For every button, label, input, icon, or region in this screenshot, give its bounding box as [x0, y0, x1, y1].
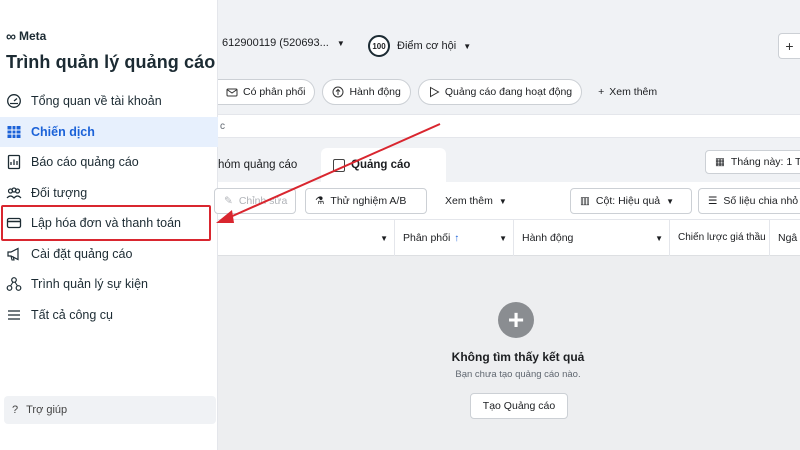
sidebar-item-all-tools[interactable]: Tất cả công cụ [0, 300, 218, 331]
ab-test-label: Thử nghiệm A/B [330, 195, 407, 207]
sidebar-item-label: Cài đặt quảng cáo [31, 246, 133, 261]
highlight-box-billing [1, 205, 211, 241]
help-button[interactable]: ? Trợ giúp [4, 396, 216, 424]
delivery-icon [226, 88, 238, 97]
column-header-delivery[interactable]: Phân phối ↑ ▼ [394, 220, 513, 256]
menu-icon [6, 307, 22, 323]
events-icon [6, 276, 22, 292]
action-icon [332, 86, 344, 98]
sidebar-item-campaigns[interactable]: Chiến dịch [0, 116, 218, 147]
calendar-icon: ▦ [715, 156, 725, 168]
top-bar: 612900119 (520693... ▼ 100 Điểm cơ hội ▼… [218, 0, 800, 70]
column-header-label: Hành động [522, 232, 574, 244]
audience-icon [6, 185, 22, 201]
sidebar-item-account-overview[interactable]: Tổng quan về tài khoản [0, 86, 218, 117]
chip-delivery[interactable]: Có phân phối [218, 79, 316, 105]
columns-icon: ▥ [580, 195, 590, 207]
sidebar-item-label: Tất cả công cụ [31, 307, 113, 322]
table-icon [6, 124, 22, 140]
breakdown-icon: ☰ [708, 195, 718, 207]
sidebar-item-label: Đối tượng [31, 185, 88, 200]
more-label: Xem thêm [445, 195, 493, 207]
meta-infinity-icon: ∞ [6, 28, 16, 44]
tab-ads[interactable]: Quảng cáo [321, 148, 446, 182]
columns-button[interactable]: ▥ Cột: Hiệu quả ▼ [570, 188, 692, 214]
columns-label: Cột: Hiệu quả [595, 195, 661, 207]
empty-state-subtitle: Bạn chưa tạo quảng cáo nào. [455, 369, 581, 380]
play-icon [429, 86, 440, 98]
breakdown-button[interactable]: ☰ Số liệu chia nhỏ [698, 188, 800, 214]
sidebar-item-label: Tổng quan về tài khoản [31, 94, 162, 109]
chevron-down-icon: ▼ [498, 196, 507, 206]
account-id: 612900119 (520693... [222, 37, 329, 49]
tab-label: hóm quảng cáo [218, 159, 298, 171]
column-header-label: Chiến lược giá thầu [678, 232, 766, 243]
sidebar-item-audiences[interactable]: Đối tượng [0, 178, 218, 209]
account-selector[interactable]: 612900119 (520693... ▼ [222, 37, 345, 49]
megaphone-icon [6, 246, 22, 262]
opportunity-score-badge: 100 [368, 35, 390, 57]
column-header-label: Ngâ [778, 232, 798, 244]
opportunity-score-label: Điểm cơ hội [397, 40, 457, 52]
empty-state-title: Không tìm thấy kết quả [451, 350, 585, 364]
add-icon[interactable]: + [778, 33, 800, 59]
meta-logo-text: Meta [18, 29, 47, 43]
chevron-down-icon: ▼ [655, 233, 663, 243]
dashboard-icon [6, 93, 22, 109]
more-button[interactable]: Xem thêm ▼ [436, 188, 516, 214]
edit-label: Chỉnh sửa [238, 195, 288, 207]
flask-icon: ⚗ [315, 195, 325, 207]
pencil-icon: ✎ [224, 195, 233, 207]
sidebar-item-events-manager[interactable]: Trình quản lý sự kiện [0, 269, 218, 300]
help-icon: ? [12, 404, 19, 416]
filter-chips: Có phân phối Hành động Quảng cáo đang ho… [218, 78, 666, 106]
search-text: c [220, 120, 225, 132]
chevron-down-icon: ▼ [336, 38, 345, 48]
tab-ad-sets[interactable]: hóm quảng cáo [218, 148, 318, 182]
sidebar-item-label: Trình quản lý sự kiện [31, 277, 148, 292]
help-label: Trợ giúp [26, 404, 68, 416]
column-header-bid-strategy[interactable]: Chiến lược giá thầu [669, 220, 769, 256]
edit-button[interactable]: ✎ Chỉnh sửa [214, 188, 296, 214]
chip-active-ads[interactable]: Quảng cáo đang hoạt động [417, 79, 583, 105]
table-toolbar: ✎ Chỉnh sửa ⚗ Thử nghiệm A/B Xem thêm ▼ … [214, 182, 800, 220]
chip-see-more[interactable]: + Xem thêm [589, 79, 666, 105]
tab-label: Quảng cáo [351, 159, 411, 171]
sidebar-item-ad-settings[interactable]: Cài đặt quảng cáo [0, 239, 218, 270]
column-header-name[interactable]: ▼ [218, 220, 394, 256]
sort-ascending-icon: ↑ [454, 232, 460, 244]
column-header-label: Phân phối [403, 232, 451, 244]
create-ad-button[interactable]: Tạo Quảng cáo [470, 393, 568, 419]
sidebar-item-label: Chiến dịch [31, 124, 95, 139]
plus-icon: + [598, 86, 605, 98]
chevron-down-icon: ▼ [463, 41, 472, 51]
ad-document-icon [333, 158, 345, 172]
sidebar-title: Trình quản lý quảng cáo [6, 52, 216, 72]
report-icon [6, 154, 22, 170]
column-header-action[interactable]: Hành động ▼ [513, 220, 669, 256]
chip-label: Hành động [349, 86, 401, 98]
column-header-date[interactable]: Ngâ [769, 220, 800, 256]
sidebar-item-label: Báo cáo quảng cáo [31, 155, 139, 170]
chevron-down-icon: ▼ [380, 233, 388, 243]
opportunity-score[interactable]: 100 Điểm cơ hội ▼ [368, 35, 471, 57]
chip-label: Xem thêm [609, 86, 658, 98]
search-bar[interactable]: c [218, 114, 800, 138]
chevron-down-icon: ▼ [666, 196, 675, 206]
table-header: ▼ Phân phối ↑ ▼ Hành động ▼ Chiến lược g… [218, 220, 800, 256]
sidebar-item-ads-reporting[interactable]: Báo cáo quảng cáo [0, 147, 218, 178]
meta-logo[interactable]: ∞ Meta [6, 28, 46, 44]
ab-test-button[interactable]: ⚗ Thử nghiệm A/B [305, 188, 427, 214]
chip-label: Quảng cáo đang hoạt động [444, 86, 573, 98]
chevron-down-icon: ▼ [499, 233, 507, 243]
date-range-picker[interactable]: ▦ Tháng này: 1 T [705, 150, 800, 174]
breakdown-label: Số liệu chia nhỏ [723, 195, 799, 207]
chip-action[interactable]: Hành động [322, 79, 411, 105]
chip-label: Có phân phối [243, 86, 306, 98]
date-range-label: Tháng này: 1 T [730, 156, 800, 168]
main-content: 612900119 (520693... ▼ 100 Điểm cơ hội ▼… [214, 0, 800, 450]
plus-circle-icon: + [498, 302, 534, 338]
